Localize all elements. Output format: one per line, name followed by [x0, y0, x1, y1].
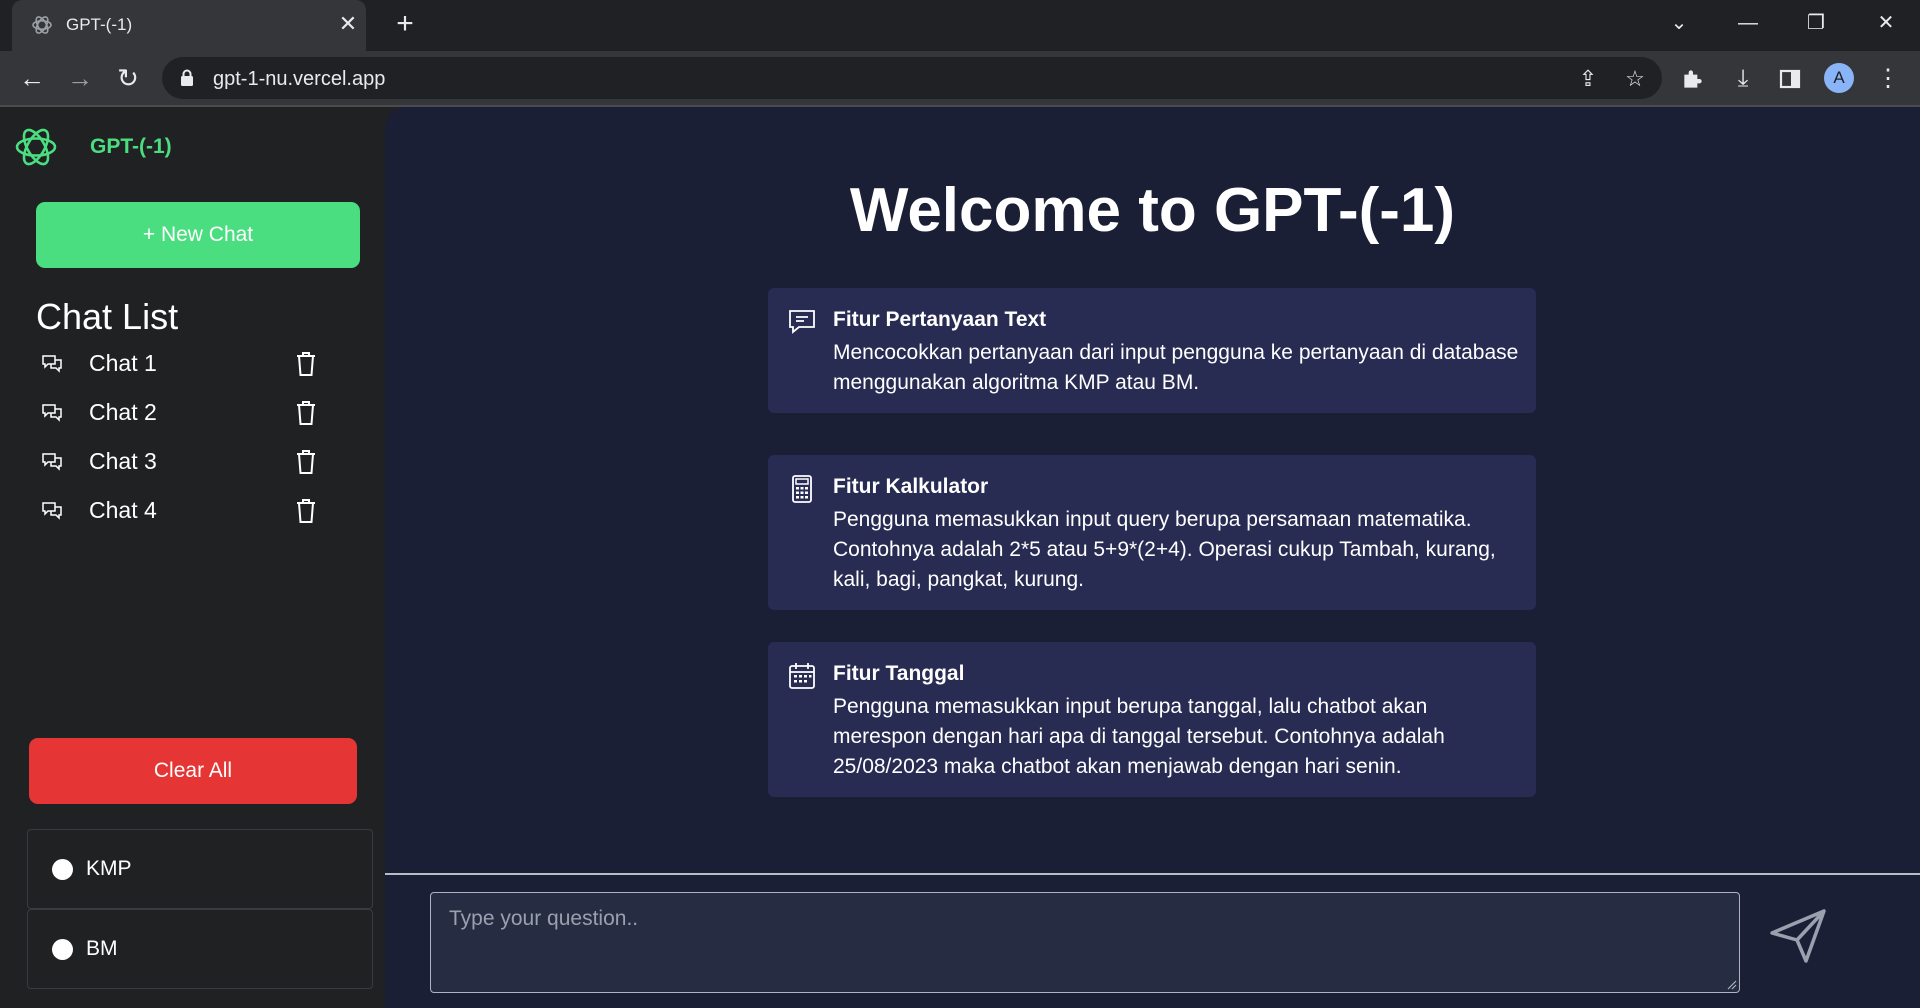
chat-label[interactable]: Chat 1 [89, 350, 157, 377]
calculator-icon [792, 475, 812, 503]
openai-logo-icon [15, 128, 57, 166]
browser-tab[interactable]: GPT-(-1) ✕ [12, 0, 366, 51]
main-panel: Welcome to GPT-(-1) Fitur Pertanyaan Tex… [385, 107, 1920, 1008]
feature-title: Fitur Tanggal [833, 662, 965, 685]
tab-close-icon[interactable]: ✕ [334, 10, 362, 38]
new-tab-button[interactable]: + [390, 9, 420, 40]
trash-icon[interactable] [294, 448, 318, 476]
browser-menu-icon[interactable]: ⋮ [1873, 64, 1903, 94]
openai-logo-icon [32, 16, 52, 34]
sidebar: GPT-(-1) + New Chat Chat List Chat 1 Cha… [0, 107, 385, 1008]
trash-icon[interactable] [294, 399, 318, 427]
download-icon[interactable]: ⤓ [1728, 64, 1758, 94]
extensions-puzzle-icon[interactable] [1680, 66, 1706, 92]
tab-title: GPT-(-1) [66, 15, 133, 34]
bm-label[interactable]: BM [86, 937, 118, 961]
chat-label[interactable]: Chat 3 [89, 448, 157, 475]
feature-description: Mencocokkan pertanyaan dari input penggu… [833, 341, 1519, 394]
minimize-window-button[interactable]: — [1728, 8, 1768, 38]
trash-icon[interactable] [294, 350, 318, 378]
profile-avatar[interactable]: A [1824, 63, 1854, 93]
chat-list-item[interactable]: Chat 3 [36, 440, 346, 488]
close-window-button[interactable]: ✕ [1866, 8, 1906, 38]
bm-radio[interactable] [52, 939, 73, 960]
bookmark-star-icon[interactable]: ☆ [1622, 66, 1648, 92]
back-button[interactable]: ← [17, 63, 47, 93]
clear-all-button[interactable]: Clear All [29, 738, 357, 804]
trash-icon[interactable] [294, 497, 318, 525]
feature-card-calculator: Fitur Kalkulator Pengguna memasukkan inp… [768, 455, 1536, 610]
feature-card-date: Fitur Tanggal Pengguna memasukkan input … [768, 642, 1536, 797]
share-icon[interactable]: ⇪ [1575, 66, 1601, 92]
feature-card-text: Fitur Pertanyaan Text Mencocokkan pertan… [768, 288, 1536, 413]
kmp-radio[interactable] [52, 859, 73, 880]
input-divider [385, 873, 1920, 875]
welcome-heading: Welcome to GPT-(-1) [849, 176, 1456, 245]
feature-title: Fitur Pertanyaan Text [833, 308, 1047, 331]
browser-toolbar: ← → ↻ gpt-1-nu.vercel.app ⇪ ☆ [0, 51, 1920, 105]
reload-button[interactable]: ↻ [113, 63, 143, 93]
forward-button[interactable]: → [65, 63, 95, 93]
address-bar[interactable]: gpt-1-nu.vercel.app ⇪ ☆ [162, 57, 1662, 99]
feature-description: Pengguna memasukkan input query berupa p… [833, 508, 1496, 591]
chat-bubbles-icon [42, 404, 62, 422]
tab-search-chevron-icon[interactable]: ⌄ [1659, 8, 1699, 38]
algorithm-option-bm[interactable]: BM [27, 909, 373, 989]
feature-description: Pengguna memasukkan input berupa tanggal… [833, 695, 1445, 778]
calendar-icon [789, 663, 815, 689]
feature-title: Fitur Kalkulator [833, 475, 989, 498]
send-icon[interactable] [1768, 907, 1828, 965]
chat-label[interactable]: Chat 2 [89, 399, 157, 426]
new-chat-button[interactable]: + New Chat [36, 202, 360, 268]
question-input[interactable]: Type your question.. [430, 892, 1740, 993]
url-text[interactable]: gpt-1-nu.vercel.app [213, 68, 385, 91]
resize-grip-icon[interactable] [1725, 978, 1737, 990]
kmp-label[interactable]: KMP [86, 857, 132, 881]
restore-window-button[interactable]: ❐ [1796, 8, 1836, 38]
chat-bubbles-icon [42, 355, 62, 373]
chat-bubble-icon [789, 310, 815, 334]
question-placeholder: Type your question.. [449, 907, 639, 930]
chat-bubbles-icon [42, 502, 62, 520]
chat-list-item[interactable]: Chat 1 [36, 342, 346, 390]
side-panel-icon[interactable] [1778, 67, 1802, 91]
algorithm-option-kmp[interactable]: KMP [27, 829, 373, 909]
chat-list-item[interactable]: Chat 2 [36, 391, 346, 439]
brand-name: GPT-(-1) [90, 135, 172, 158]
lock-icon[interactable] [180, 69, 194, 87]
browser-tab-strip: GPT-(-1) ✕ + ⌄ — ❐ ✕ [0, 0, 1920, 51]
chat-list-title: Chat List [36, 296, 179, 337]
chat-bubbles-icon [42, 453, 62, 471]
chat-list-item[interactable]: Chat 4 [36, 489, 346, 537]
chat-label[interactable]: Chat 4 [89, 497, 157, 524]
